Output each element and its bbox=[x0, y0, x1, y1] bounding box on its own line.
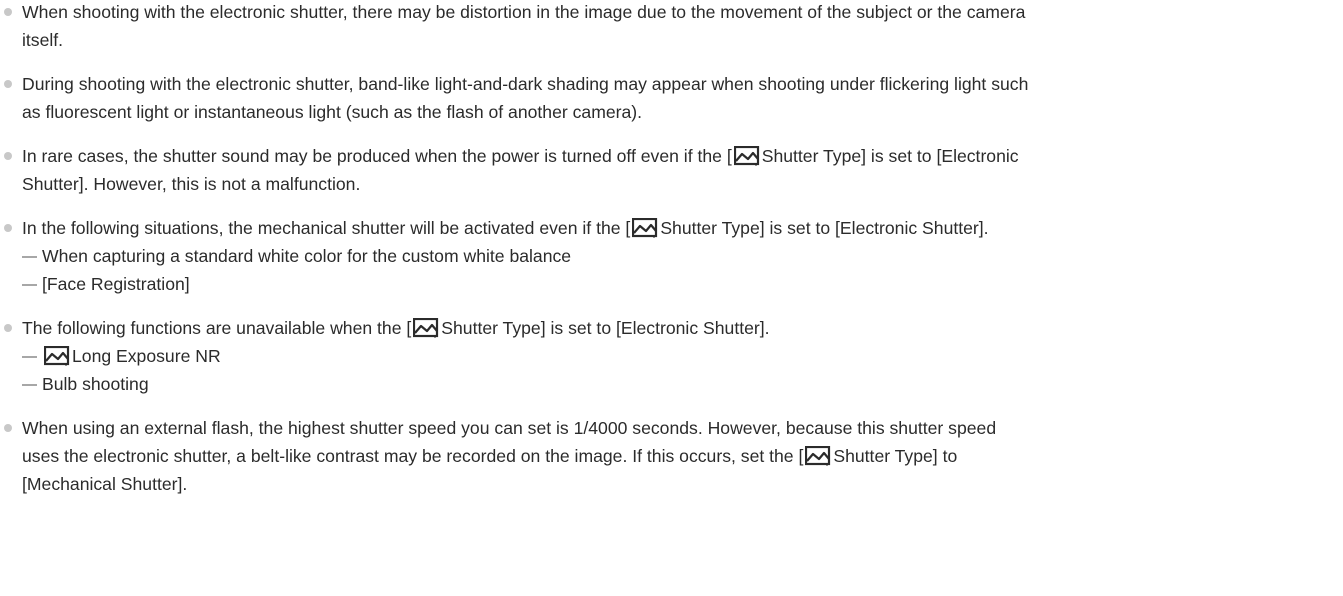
text-segment: When using an external flash, the highes… bbox=[22, 418, 997, 438]
note-line: [Mechanical Shutter]. bbox=[22, 470, 1343, 498]
text-segment: Shutter]. However, this is not a malfunc… bbox=[22, 174, 361, 194]
text-segment: In rare cases, the shutter sound may be … bbox=[22, 146, 732, 166]
notes-list: When shooting with the electronic shutte… bbox=[0, 0, 1343, 498]
text-segment: [Mechanical Shutter]. bbox=[22, 474, 188, 494]
text-segment: The following functions are unavailable … bbox=[22, 318, 412, 338]
note-item: The following functions are unavailable … bbox=[0, 314, 1343, 398]
note-line: In the following situations, the mechani… bbox=[22, 214, 1343, 242]
bullet-icon bbox=[4, 424, 12, 432]
text-segment: During shooting with the electronic shut… bbox=[22, 74, 1029, 94]
bullet-icon bbox=[4, 8, 12, 16]
bullet-icon bbox=[4, 152, 12, 160]
sub-list: When capturing a standard white color fo… bbox=[22, 242, 1343, 298]
still-image-mode-icon bbox=[44, 346, 70, 366]
text-segment: as fluorescent light or instantaneous li… bbox=[22, 102, 643, 122]
text-segment: [Face Registration] bbox=[42, 274, 190, 294]
bullet-icon bbox=[4, 80, 12, 88]
text-segment: Shutter Type] is set to [Electronic Shut… bbox=[441, 318, 770, 338]
text-segment: Long Exposure NR bbox=[72, 346, 221, 366]
sub-item: When capturing a standard white color fo… bbox=[22, 242, 1343, 270]
text-segment: In the following situations, the mechani… bbox=[22, 218, 631, 238]
bullet-icon bbox=[4, 324, 12, 332]
text-segment: When capturing a standard white color fo… bbox=[42, 246, 572, 266]
sub-item: Long Exposure NR bbox=[22, 342, 1343, 370]
note-item: When using an external flash, the highes… bbox=[0, 414, 1343, 498]
text-segment: itself. bbox=[22, 30, 64, 50]
text-segment: Shutter Type] is set to [Electronic bbox=[761, 146, 1019, 166]
sub-item: [Face Registration] bbox=[22, 270, 1343, 298]
note-line: In rare cases, the shutter sound may be … bbox=[22, 142, 1343, 170]
note-line: The following functions are unavailable … bbox=[22, 314, 1343, 342]
dash-icon bbox=[22, 384, 37, 386]
note-line: When using an external flash, the highes… bbox=[22, 414, 1343, 442]
note-item: In rare cases, the shutter sound may be … bbox=[0, 142, 1343, 198]
text-segment: Shutter Type] is set to [Electronic Shut… bbox=[660, 218, 989, 238]
note-line: itself. bbox=[22, 26, 1343, 54]
note-line: During shooting with the electronic shut… bbox=[22, 70, 1343, 98]
text-segment: Bulb shooting bbox=[42, 374, 149, 394]
still-image-mode-icon bbox=[805, 446, 831, 466]
note-line: When shooting with the electronic shutte… bbox=[22, 0, 1343, 26]
bullet-icon bbox=[4, 224, 12, 232]
note-line: uses the electronic shutter, a belt-like… bbox=[22, 442, 1343, 470]
still-image-mode-icon bbox=[733, 146, 760, 166]
note-item: In the following situations, the mechani… bbox=[0, 214, 1343, 298]
text-segment: When shooting with the electronic shutte… bbox=[22, 2, 1026, 22]
note-line: Shutter]. However, this is not a malfunc… bbox=[22, 170, 1343, 198]
note-item: When shooting with the electronic shutte… bbox=[0, 0, 1343, 54]
sub-list: Long Exposure NR Bulb shooting bbox=[22, 342, 1343, 398]
still-image-mode-icon bbox=[413, 318, 439, 338]
text-segment: Shutter Type] to bbox=[833, 446, 958, 466]
sub-item: Bulb shooting bbox=[22, 370, 1343, 398]
still-image-mode-icon bbox=[632, 218, 658, 238]
note-line: as fluorescent light or instantaneous li… bbox=[22, 98, 1343, 126]
dash-icon bbox=[22, 256, 37, 258]
text-segment: uses the electronic shutter, a belt-like… bbox=[22, 446, 804, 466]
dash-icon bbox=[22, 284, 37, 286]
dash-icon bbox=[22, 356, 37, 358]
note-item: During shooting with the electronic shut… bbox=[0, 70, 1343, 126]
